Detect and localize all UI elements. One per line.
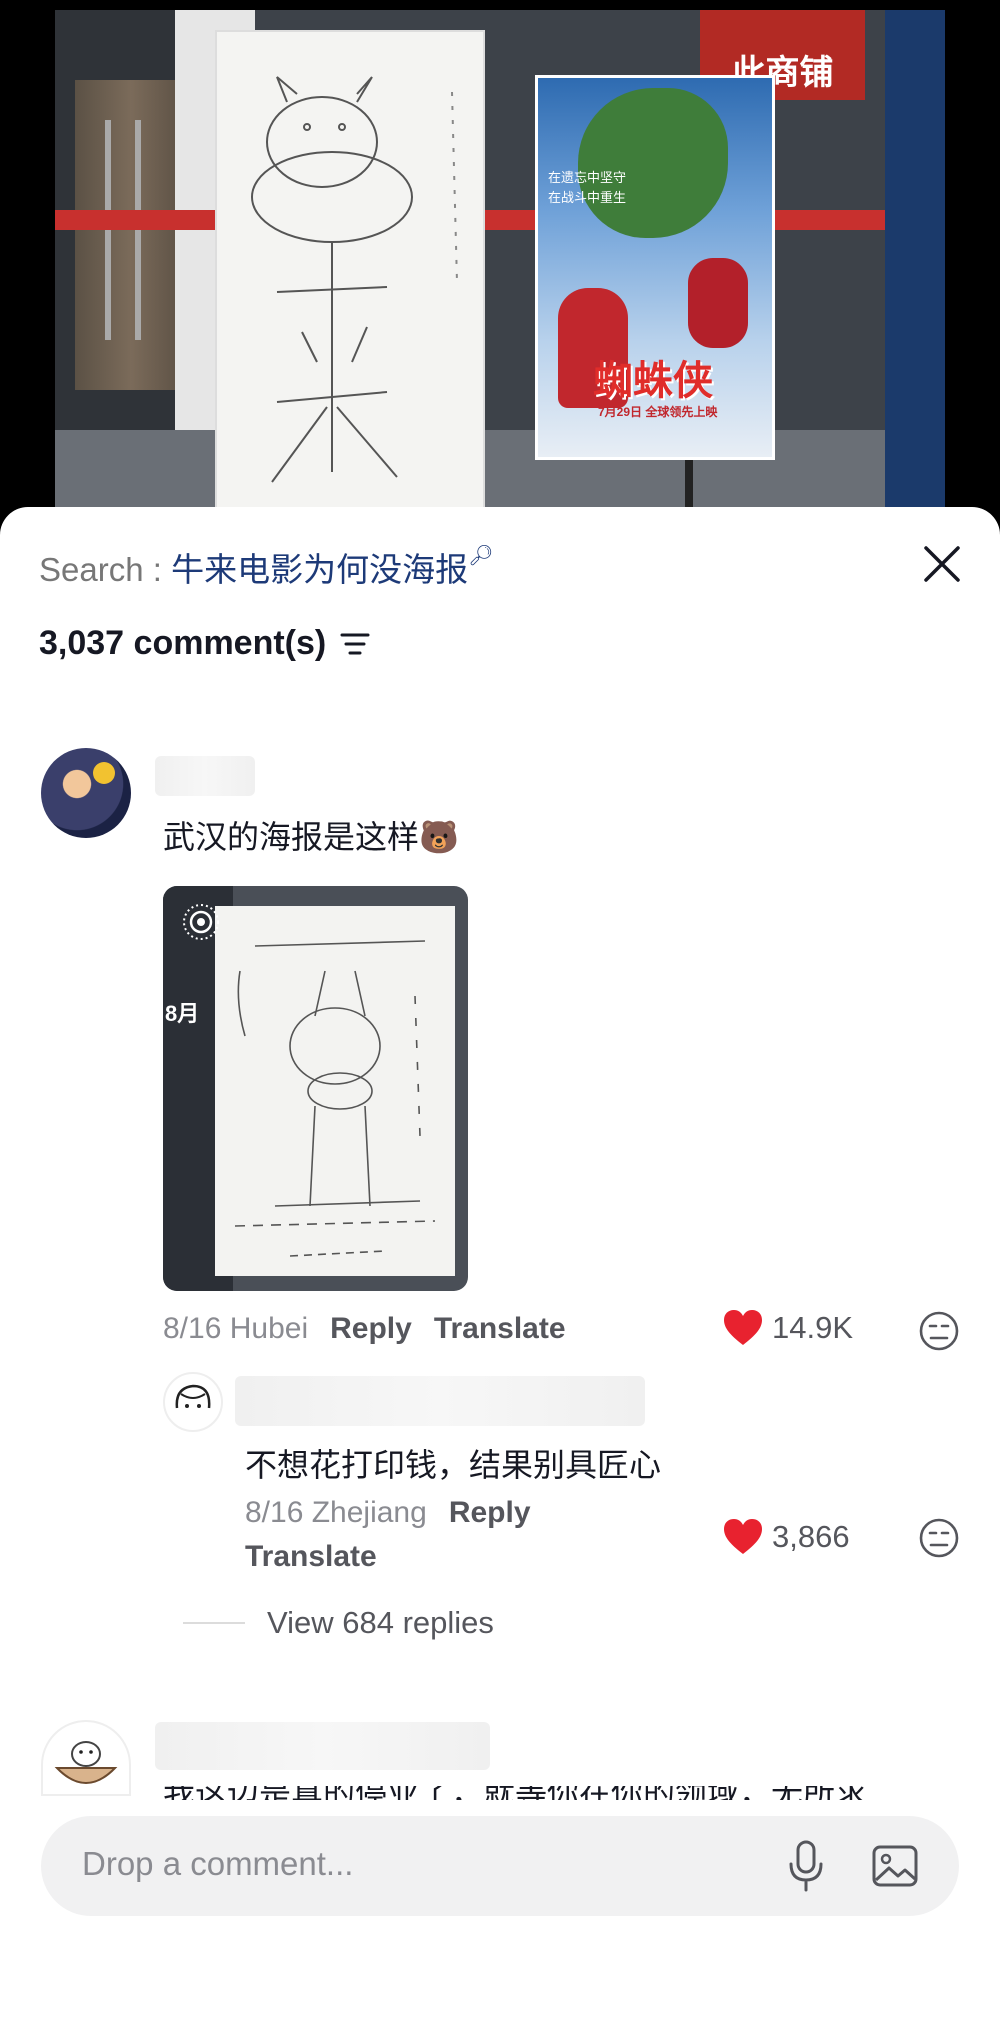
poster-tagline-1: 在遗忘中坚守 bbox=[548, 170, 627, 185]
reply-text: 不想花打印钱，结果别具匠心 bbox=[245, 1447, 662, 1483]
like-button[interactable]: 14.9K bbox=[722, 1309, 853, 1347]
search-label: Search : bbox=[39, 551, 172, 588]
image-icon[interactable] bbox=[871, 1844, 919, 1888]
hand-drawn-banner bbox=[215, 30, 485, 520]
reply-date-location: 8/16 Zhejiang bbox=[245, 1496, 427, 1529]
ox-drawing-icon bbox=[234, 940, 436, 1257]
poster-figure bbox=[578, 88, 728, 238]
bowl-character-icon bbox=[54, 1741, 118, 1784]
door-handle bbox=[105, 120, 111, 340]
reply-avatar[interactable] bbox=[163, 1372, 223, 1432]
like-count: 14.9K bbox=[772, 1310, 854, 1345]
search-icon: 🔎︎ bbox=[468, 545, 494, 567]
replies-divider bbox=[183, 1622, 245, 1624]
search-suggestion[interactable]: Search : 牛来电影为何没海报🔎︎ bbox=[39, 543, 493, 591]
comment-count-label: 3,037 comment(s) bbox=[39, 624, 327, 662]
microphone-icon[interactable] bbox=[786, 1840, 826, 1892]
comment-date-location: 8/16 Hubei bbox=[163, 1312, 309, 1345]
live-photo-icon[interactable] bbox=[181, 902, 221, 942]
sketch-face-icon bbox=[175, 1384, 211, 1409]
username-blurred[interactable] bbox=[235, 1376, 645, 1426]
door-handle bbox=[135, 120, 141, 340]
cow-drawing-icon bbox=[251, 76, 458, 483]
filter-icon[interactable] bbox=[338, 629, 372, 659]
reply-meta-2: Translate bbox=[245, 1540, 377, 1574]
like-button[interactable]: 3,866 bbox=[722, 1518, 850, 1556]
comment-input-placeholder[interactable]: Drop a comment... bbox=[82, 1845, 353, 1883]
view-replies-label: View 684 replies bbox=[267, 1605, 494, 1640]
reply-button[interactable]: Reply bbox=[330, 1312, 412, 1345]
video-frame: 此商铺 bbox=[55, 10, 945, 525]
poster-date: 7月29日 全球领先上映 bbox=[598, 405, 718, 419]
reply-button[interactable]: Reply bbox=[449, 1496, 531, 1529]
poster-tagline: 在遗忘中坚守 在战斗中重生 bbox=[548, 168, 626, 208]
dislike-icon[interactable] bbox=[918, 1310, 960, 1352]
video-player[interactable]: 此商铺 在遗忘中坚守 在战斗中重生 蜘蛛侠 7月29日 全球领先上映 bbox=[0, 0, 1000, 525]
comment-image[interactable]: 8月 bbox=[163, 886, 468, 1291]
comment-text-partial: 我这边是真的停业了，就等你在你的领域，无所求 bbox=[163, 1786, 867, 1800]
translate-button[interactable]: Translate bbox=[434, 1312, 566, 1345]
poster-tagline-2: 在战斗中重生 bbox=[548, 190, 627, 205]
heart-icon bbox=[724, 1310, 762, 1345]
avatar-detail bbox=[93, 762, 115, 784]
poster-figure bbox=[688, 258, 748, 348]
comment-text: 武汉的海报是这样🐻 bbox=[163, 819, 459, 855]
attachment-label: 8月 bbox=[165, 1001, 200, 1026]
heart-icon bbox=[724, 1519, 762, 1554]
dislike-icon[interactable] bbox=[918, 1517, 960, 1559]
scene-right-wall bbox=[885, 10, 945, 525]
comment-input-bar[interactable]: Drop a comment... bbox=[41, 1816, 959, 1916]
search-query[interactable]: 牛来电影为何没海报 bbox=[171, 551, 468, 588]
comment-count: 3,037 comment(s) bbox=[39, 624, 372, 663]
close-icon[interactable] bbox=[920, 542, 964, 586]
scene-red-band bbox=[55, 210, 945, 230]
translate-button[interactable]: Translate bbox=[245, 1540, 377, 1573]
like-count: 3,866 bbox=[772, 1519, 850, 1554]
view-replies-button[interactable]: View 684 replies bbox=[183, 1605, 494, 1641]
attachment-board bbox=[215, 906, 455, 1276]
comment-meta: 8/16 Hubei Reply Translate bbox=[163, 1312, 566, 1346]
reply-meta: 8/16 Zhejiang Reply bbox=[245, 1496, 531, 1530]
username-blurred[interactable] bbox=[155, 756, 255, 796]
poster-title: 蜘蛛侠 bbox=[593, 359, 713, 403]
movie-poster: 在遗忘中坚守 在战斗中重生 蜘蛛侠 7月29日 全球领先上映 bbox=[535, 75, 775, 460]
avatar[interactable] bbox=[41, 748, 131, 838]
username-blurred[interactable] bbox=[155, 1722, 490, 1770]
